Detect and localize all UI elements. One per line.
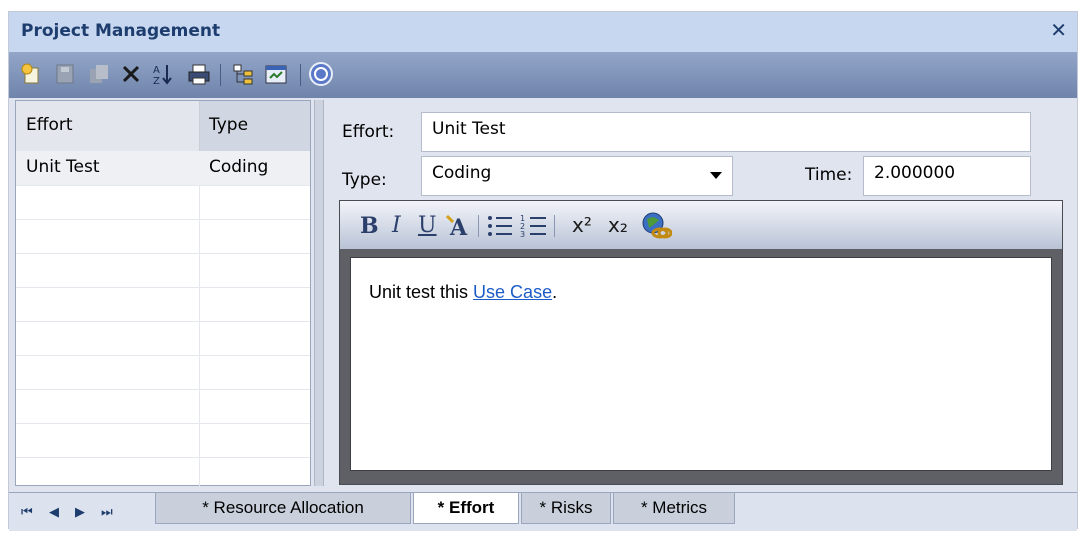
table-row-empty bbox=[16, 253, 310, 288]
column-header-effort[interactable]: Effort bbox=[16, 101, 200, 151]
row-type-cell: Coding bbox=[209, 157, 269, 177]
hyperlink-icon[interactable] bbox=[640, 211, 673, 245]
close-button[interactable]: ✕ bbox=[1050, 18, 1067, 42]
last-tab-button[interactable]: ⏭ bbox=[101, 505, 113, 520]
project-management-window: Project Management ✕ AZ Effort Type Unit… bbox=[8, 11, 1078, 531]
column-header-effort-label: Effort bbox=[26, 115, 73, 135]
effort-name-field[interactable]: Unit Test bbox=[421, 112, 1031, 152]
underline-button[interactable]: U bbox=[418, 213, 437, 238]
table-row-empty bbox=[16, 219, 310, 254]
table-row-empty bbox=[16, 423, 310, 458]
main-toolbar: AZ bbox=[9, 52, 1077, 98]
type-label: Type: bbox=[342, 170, 387, 190]
svg-text:Z: Z bbox=[153, 76, 160, 86]
bottom-tab-bar: ⏮ ◀ ▶ ⏭ * Resource Allocation * Effort *… bbox=[9, 492, 1077, 531]
effort-label: Effort: bbox=[342, 122, 395, 142]
tree-icon[interactable] bbox=[229, 60, 257, 88]
tab-label: * Risks bbox=[539, 498, 593, 517]
time-value: 2.000000 bbox=[874, 163, 956, 183]
toolbar-separator bbox=[300, 64, 301, 86]
editor-toolbar: B I U A 123 x² x₂ bbox=[340, 201, 1062, 249]
pane-splitter[interactable] bbox=[314, 100, 324, 486]
tab-metrics[interactable]: * Metrics bbox=[613, 493, 735, 524]
delete-icon[interactable] bbox=[117, 60, 145, 88]
tab-label: * Resource Allocation bbox=[202, 498, 364, 517]
numbered-list-icon[interactable]: 123 bbox=[520, 213, 548, 243]
editor-toolbar-separator bbox=[554, 215, 555, 237]
notes-editor: B I U A 123 x² x₂ Unit test this Use Cas… bbox=[339, 200, 1063, 485]
svg-text:A: A bbox=[153, 65, 160, 76]
column-header-type[interactable]: Type bbox=[200, 101, 310, 151]
chevron-down-icon[interactable] bbox=[710, 172, 722, 179]
time-label: Time: bbox=[805, 165, 853, 185]
new-item-icon[interactable] bbox=[17, 60, 45, 88]
properties-icon[interactable] bbox=[263, 60, 291, 88]
column-header-type-label: Type bbox=[209, 115, 249, 135]
table-row-empty bbox=[16, 355, 310, 390]
time-field[interactable]: 2.000000 bbox=[863, 156, 1031, 196]
print-icon[interactable] bbox=[185, 60, 213, 88]
editor-content-area[interactable]: Unit test this Use Case. bbox=[350, 257, 1052, 471]
table-row-empty bbox=[16, 389, 310, 424]
save-icon[interactable] bbox=[51, 60, 79, 88]
title-bar: Project Management ✕ bbox=[9, 12, 1077, 52]
help-icon[interactable] bbox=[307, 60, 335, 88]
table-row-empty bbox=[16, 185, 310, 220]
table-row-empty bbox=[16, 287, 310, 322]
next-tab-button[interactable]: ▶ bbox=[75, 505, 85, 520]
table-row-empty bbox=[16, 321, 310, 356]
editor-toolbar-separator bbox=[478, 215, 479, 237]
tab-label: * Effort bbox=[437, 498, 495, 517]
editor-text: Unit test this Use Case. bbox=[369, 282, 557, 303]
tab-effort[interactable]: * Effort bbox=[413, 493, 519, 524]
sort-icon[interactable]: AZ bbox=[149, 60, 177, 88]
copy-icon[interactable] bbox=[85, 60, 113, 88]
toolbar-separator bbox=[220, 64, 221, 86]
editor-text-prefix: Unit test this bbox=[369, 282, 474, 302]
superscript-button[interactable]: x² bbox=[572, 213, 592, 237]
type-dropdown[interactable]: Coding bbox=[421, 156, 733, 196]
tab-risks[interactable]: * Risks bbox=[521, 493, 611, 524]
bulleted-list-icon[interactable] bbox=[486, 213, 514, 243]
table-row[interactable]: Unit Test Coding bbox=[16, 151, 310, 186]
use-case-link[interactable]: Use Case bbox=[473, 282, 552, 302]
list-header: Effort Type bbox=[16, 101, 310, 152]
svg-text:3: 3 bbox=[520, 230, 525, 239]
previous-tab-button[interactable]: ◀ bbox=[49, 505, 59, 520]
type-dropdown-value: Coding bbox=[432, 163, 492, 183]
subscript-button[interactable]: x₂ bbox=[608, 213, 628, 237]
bold-button[interactable]: B bbox=[360, 213, 379, 239]
tab-label: * Metrics bbox=[640, 498, 708, 517]
window-title: Project Management bbox=[21, 21, 221, 41]
effort-list: Effort Type Unit Test Coding bbox=[15, 100, 311, 487]
tab-resource-allocation[interactable]: * Resource Allocation bbox=[155, 493, 411, 524]
effort-name-value: Unit Test bbox=[432, 119, 506, 139]
italic-button[interactable]: I bbox=[392, 213, 401, 238]
editor-text-suffix: . bbox=[552, 282, 558, 302]
font-style-icon[interactable]: A bbox=[444, 211, 474, 245]
row-effort-cell: Unit Test bbox=[26, 157, 100, 177]
first-tab-button[interactable]: ⏮ bbox=[21, 505, 33, 520]
